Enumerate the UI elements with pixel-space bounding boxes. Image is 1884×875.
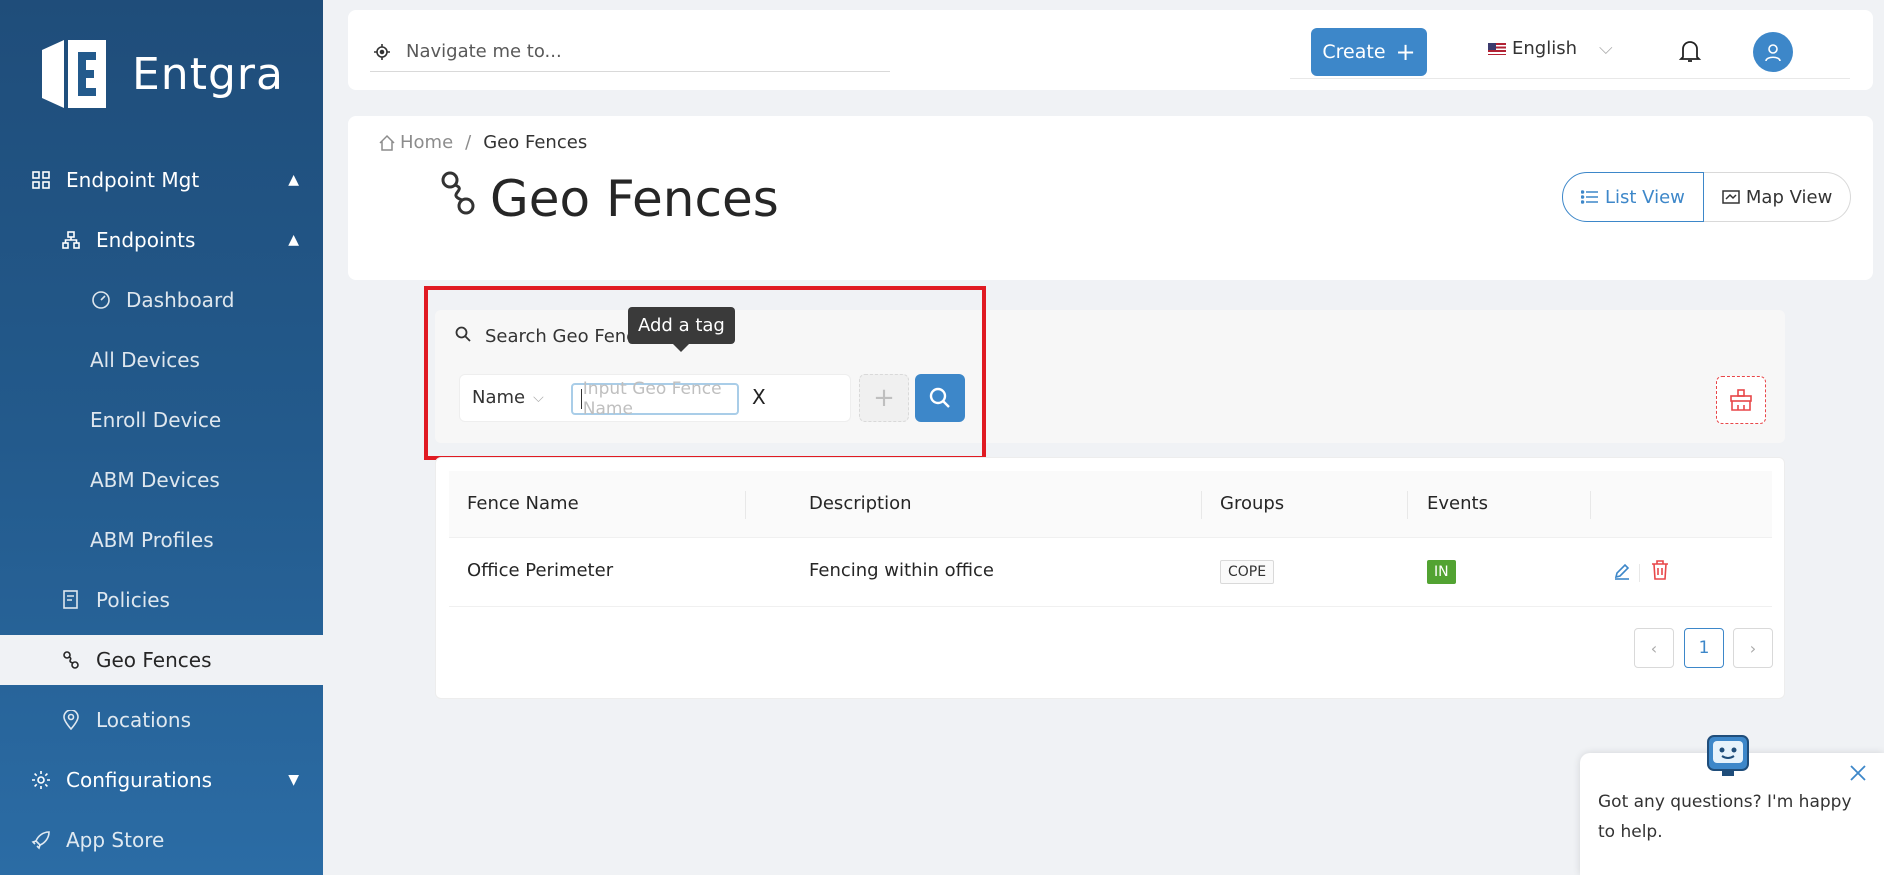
column-header: Groups: [1220, 493, 1285, 514]
sidebar-item-label: ABM Profiles: [90, 528, 214, 552]
crosshair-icon: [370, 43, 394, 61]
sidebar-item-label: ABM Devices: [90, 468, 220, 492]
sidebar-item-configurations[interactable]: Configurations ▼: [0, 755, 323, 805]
sidebar-item-locations[interactable]: Locations: [0, 695, 323, 745]
sidebar-item-label: Configurations: [66, 768, 213, 792]
page-1-button[interactable]: 1: [1684, 628, 1724, 668]
table-row[interactable]: Office Perimeter Fencing within office C…: [449, 538, 1772, 607]
column-divider: [745, 491, 746, 519]
brand-name: Entgra: [132, 48, 284, 100]
delete-icon[interactable]: [1651, 560, 1669, 584]
view-toggle: List View Map View: [1562, 172, 1852, 222]
column-divider: [1590, 491, 1591, 519]
chevron-up-icon: ▲: [288, 232, 299, 248]
plus-icon: +: [1395, 38, 1416, 66]
event-tag: IN: [1427, 560, 1456, 584]
header-divider: [1290, 78, 1850, 79]
page-title: Geo Fences: [438, 170, 779, 228]
us-flag-icon: [1488, 42, 1506, 55]
table-header: Fence Name Description Groups Events: [449, 471, 1772, 538]
column-divider: [1407, 491, 1408, 519]
sidebar-item-label: All Devices: [90, 348, 200, 372]
chevron-up-icon: ▲: [288, 172, 299, 188]
rocket-icon: [30, 829, 52, 851]
navigate-placeholder: Navigate me to...: [406, 41, 562, 62]
sidebar-item-app-store[interactable]: App Store: [0, 815, 323, 865]
map-view-label: Map View: [1745, 186, 1833, 208]
language-label: English: [1512, 38, 1577, 59]
sidebar-item-label: Policies: [96, 588, 170, 612]
column-divider: [1201, 491, 1202, 519]
page-title-text: Geo Fences: [490, 170, 779, 228]
breadcrumb-current: Geo Fences: [483, 132, 588, 153]
fence-name-cell: Office Perimeter: [467, 560, 614, 581]
sidebar-item-abm-profiles[interactable]: ABM Profiles: [0, 515, 323, 565]
next-page-button[interactable]: ›: [1733, 628, 1773, 668]
sidebar-item-label: Locations: [96, 708, 192, 732]
breadcrumb-home[interactable]: Home: [400, 132, 453, 153]
list-view-label: List View: [1605, 186, 1685, 208]
sidebar-item-endpoint-mgt[interactable]: Endpoint Mgt ▲: [0, 155, 323, 205]
language-select[interactable]: English ⌵: [1488, 38, 1613, 59]
list-view-button[interactable]: List View: [1562, 172, 1704, 222]
user-avatar[interactable]: [1753, 32, 1793, 72]
create-label: Create: [1322, 41, 1386, 63]
geo-fence-icon: [60, 649, 82, 671]
clear-filters-button[interactable]: [1716, 376, 1766, 424]
column-header: Events: [1427, 493, 1488, 514]
column-header: Description: [809, 493, 912, 514]
dashboard-icon: [90, 289, 112, 311]
edit-icon[interactable]: [1613, 562, 1631, 584]
chevron-down-icon: ⌵: [1599, 38, 1613, 59]
sidebar-item-endpoints[interactable]: Endpoints ▲: [0, 215, 323, 265]
group-tag: COPE: [1220, 560, 1275, 584]
grid-icon: [30, 169, 52, 191]
sidebar: Entgra Endpoint Mgt ▲ Endpoints ▲ Dashbo…: [0, 0, 323, 875]
breadcrumb: Home / Geo Fences: [378, 132, 587, 153]
sidebar-item-label: Geo Fences: [96, 648, 212, 672]
sidebar-item-all-devices[interactable]: All Devices: [0, 335, 323, 385]
list-icon: [1581, 189, 1599, 205]
sidebar-item-policies[interactable]: Policies: [0, 575, 323, 625]
create-button[interactable]: Create +: [1311, 28, 1427, 76]
description-cell: Fencing within office: [809, 560, 995, 581]
sidebar-item-label: Endpoint Mgt: [66, 168, 200, 192]
policy-icon: [60, 589, 82, 611]
sidebar-item-label: App Store: [66, 828, 165, 852]
chat-message: Got any questions? I'm happy to help.: [1598, 792, 1852, 842]
geo-fence-table: Fence Name Description Groups Events Off…: [435, 457, 1785, 699]
chevron-down-icon: ▼: [288, 772, 299, 788]
location-pin-icon: [60, 709, 82, 731]
sidebar-item-dashboard[interactable]: Dashboard: [0, 275, 323, 325]
chevron-left-icon: ‹: [1650, 638, 1658, 658]
user-icon: [1765, 44, 1781, 62]
broom-icon: [1730, 389, 1752, 411]
prev-page-button[interactable]: ‹: [1634, 628, 1674, 668]
page-header-card: Home / Geo Fences Geo Fences List View M…: [348, 116, 1873, 280]
breadcrumb-separator: /: [465, 132, 472, 153]
home-icon: [379, 134, 395, 151]
notification-bell-icon[interactable]: [1678, 38, 1702, 68]
sidebar-item-label: Enroll Device: [90, 408, 222, 432]
navigate-search-input[interactable]: Navigate me to...: [370, 32, 890, 72]
map-icon: [1722, 189, 1740, 205]
sidebar-item-abm-devices[interactable]: ABM Devices: [0, 455, 323, 505]
column-header: Fence Name: [467, 493, 579, 514]
sidebar-item-geo-fences[interactable]: Geo Fences: [0, 635, 323, 685]
chatbot-avatar-icon[interactable]: [1704, 732, 1752, 782]
sidebar-item-label: Dashboard: [126, 288, 235, 312]
map-view-button[interactable]: Map View: [1703, 172, 1852, 222]
gear-icon: [30, 769, 52, 791]
hierarchy-icon: [60, 229, 82, 251]
sidebar-item-label: Endpoints: [96, 228, 196, 252]
brand-logo[interactable]: Entgra: [34, 34, 284, 114]
action-divider: [1639, 564, 1640, 582]
entgra-logo-icon: [42, 40, 106, 108]
sidebar-item-enroll-device[interactable]: Enroll Device: [0, 395, 323, 445]
chevron-right-icon: ›: [1749, 638, 1757, 658]
geo-fence-icon: [438, 170, 478, 228]
highlight-box: [424, 286, 986, 460]
close-icon[interactable]: [1848, 763, 1868, 787]
